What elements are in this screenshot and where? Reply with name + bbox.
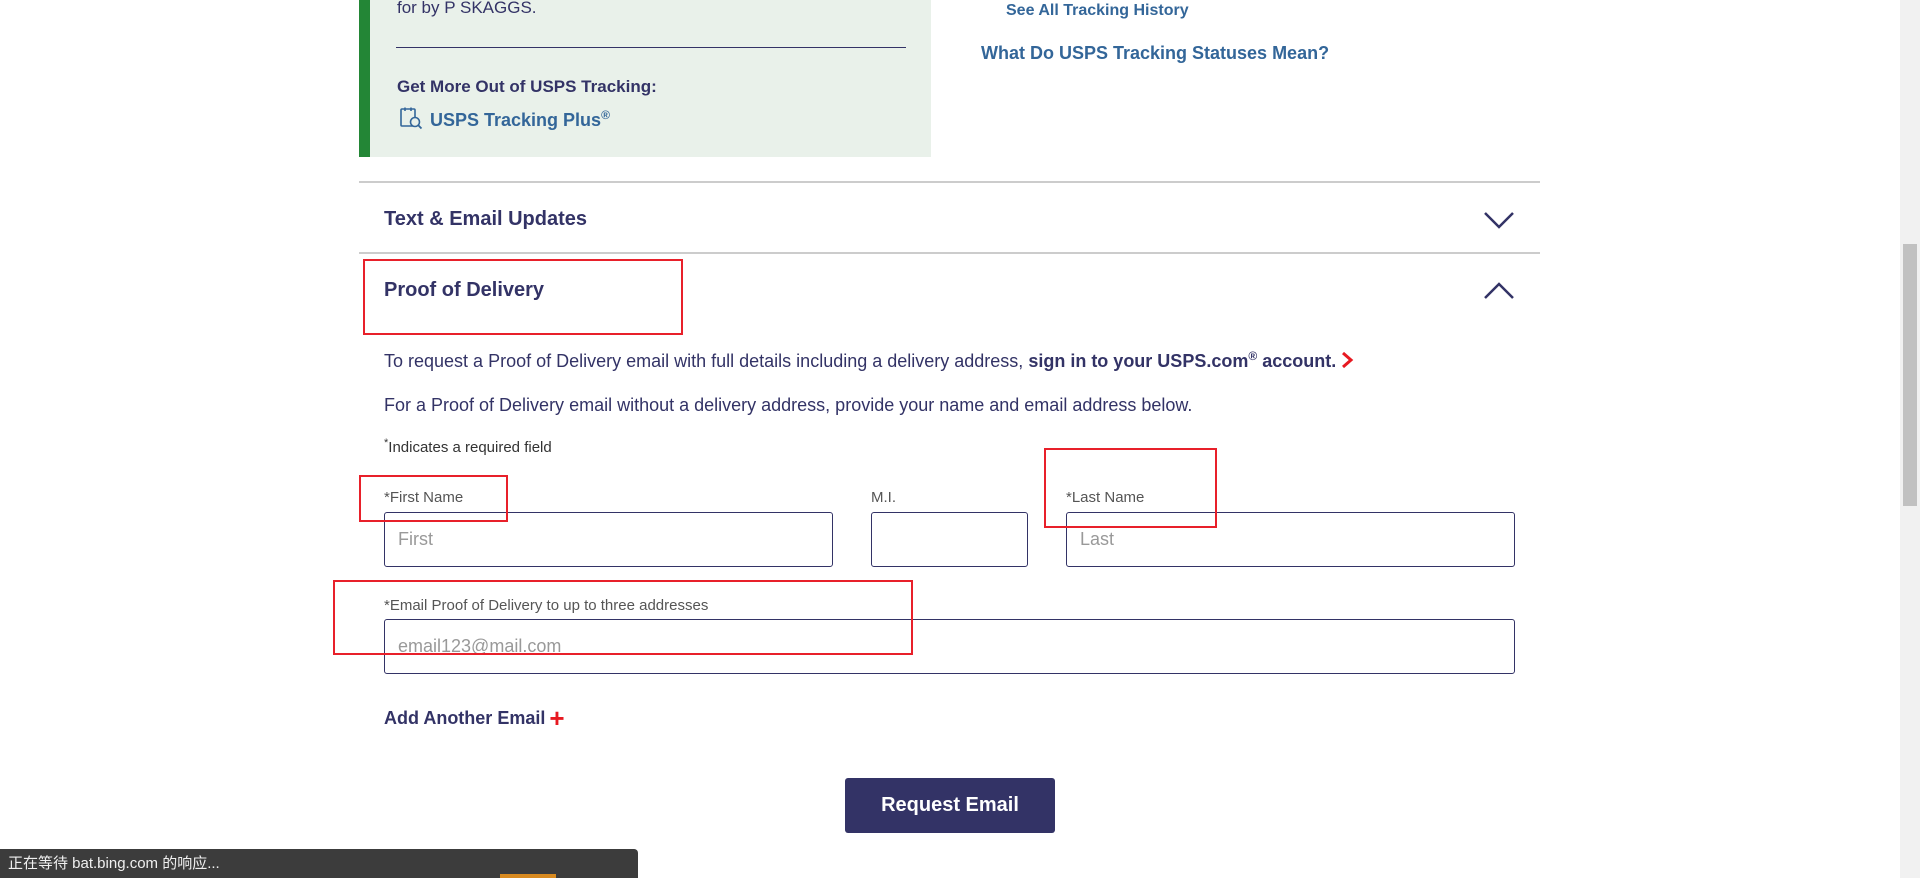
scrollbar-thumb[interactable] bbox=[1903, 244, 1917, 506]
registered-mark: ® bbox=[601, 108, 610, 122]
get-more-label: Get More Out of USPS Tracking: bbox=[397, 77, 657, 96]
chevron-down-icon[interactable] bbox=[1482, 209, 1516, 231]
tracking-plus-link[interactable]: USPS Tracking Plus® bbox=[430, 108, 610, 131]
accordion-divider bbox=[359, 252, 1540, 254]
annotation-box-pod-title bbox=[363, 259, 683, 335]
pod-no-address-text: For a Proof of Delivery email without a … bbox=[384, 395, 1193, 415]
request-email-button[interactable]: Request Email bbox=[845, 778, 1055, 833]
annotation-box-first-name bbox=[359, 475, 508, 522]
chevron-up-icon[interactable] bbox=[1482, 280, 1516, 302]
annotation-box-email bbox=[333, 580, 913, 655]
annotation-box-last-name bbox=[1044, 448, 1217, 528]
middle-initial-input[interactable] bbox=[871, 512, 1028, 567]
text-email-updates-title[interactable]: Text & Email Updates bbox=[384, 208, 587, 231]
card-divider bbox=[396, 47, 906, 48]
status-accent bbox=[500, 874, 556, 878]
tracking-plus-icon bbox=[400, 107, 423, 130]
sign-in-link[interactable]: sign in to your USPS.com® account. bbox=[1028, 349, 1336, 371]
required-field-note: *Indicates a required field bbox=[384, 437, 552, 456]
mi-label: M.I. bbox=[871, 489, 896, 506]
add-another-email-button[interactable]: Add Another Email + bbox=[384, 703, 565, 734]
chevron-right-icon[interactable] bbox=[1340, 352, 1354, 368]
accordion-divider bbox=[359, 181, 1540, 183]
pod-intro-text: To request a Proof of Delivery email wit… bbox=[384, 349, 1354, 372]
delivered-for-text: for by P SKAGGS. bbox=[397, 0, 537, 17]
see-all-history-link[interactable]: See All Tracking History bbox=[1006, 2, 1189, 20]
tracking-statuses-link[interactable]: What Do USPS Tracking Statuses Mean? bbox=[981, 43, 1329, 64]
card-accent-bar bbox=[359, 0, 370, 157]
plus-icon: + bbox=[549, 703, 565, 733]
